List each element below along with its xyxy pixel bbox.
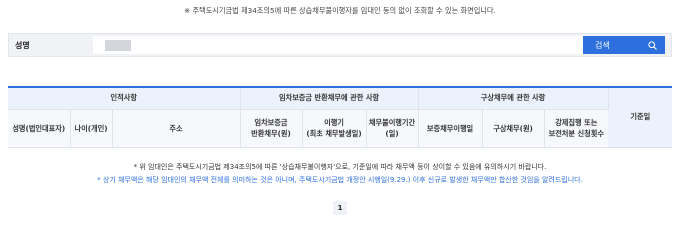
col-address: 주소: [112, 109, 241, 148]
masked-input-value: [105, 40, 131, 51]
note-disclaimer: * 위 임대인은 주택도시기금법 제34조의5에 따른 '상습채무불이행자'으로…: [133, 163, 547, 171]
header-indemnity-group: 구상채무에 관한 사항: [418, 86, 609, 110]
header-deposit-debt-group: 임차보증금 반환채무에 관한 사항: [240, 86, 419, 110]
col-age: 나이(개인): [70, 109, 113, 148]
col-guarantee-date: 보증채무이행일: [418, 109, 483, 148]
col-name: 성명(법인대표자): [8, 109, 71, 148]
col-indemnity-debt: 구상채무(원): [482, 109, 545, 148]
page-button-1[interactable]: 1: [333, 201, 347, 215]
search-bar: 성명 검색: [8, 33, 672, 57]
header-identity: 인적사항: [8, 86, 241, 110]
search-button-label: 검색: [595, 40, 610, 50]
page-notice: ※ 주택도시기금법 제34조의5에 따른 상습채무불이행자를 임대인 동의 없이…: [184, 6, 496, 15]
search-icon: [648, 40, 657, 50]
header-standard-date: 기준일: [608, 86, 673, 148]
col-enforcement-count: 강제집행 또는 보전처분 신청횟수: [544, 109, 609, 148]
col-deposit-debt: 임차보증금 반환채무(원): [240, 109, 303, 148]
col-period: 이행기 (최초 채무발생일): [302, 109, 367, 148]
search-button[interactable]: 검색: [583, 36, 665, 54]
debtor-table: 인적사항 임차보증금 반환채무에 관한 사항 구상채무에 관한 사항 기준일 성…: [8, 86, 673, 148]
col-nonfulfillment-days: 채무불이행기간 (일): [366, 109, 419, 148]
search-label: 성명: [15, 40, 30, 50]
name-search-input[interactable]: [93, 36, 593, 54]
note-debt-scope: * 상기 채무액은 해당 임대인의 채무액 전체를 의미하는 것은 아니며, 주…: [97, 176, 583, 184]
